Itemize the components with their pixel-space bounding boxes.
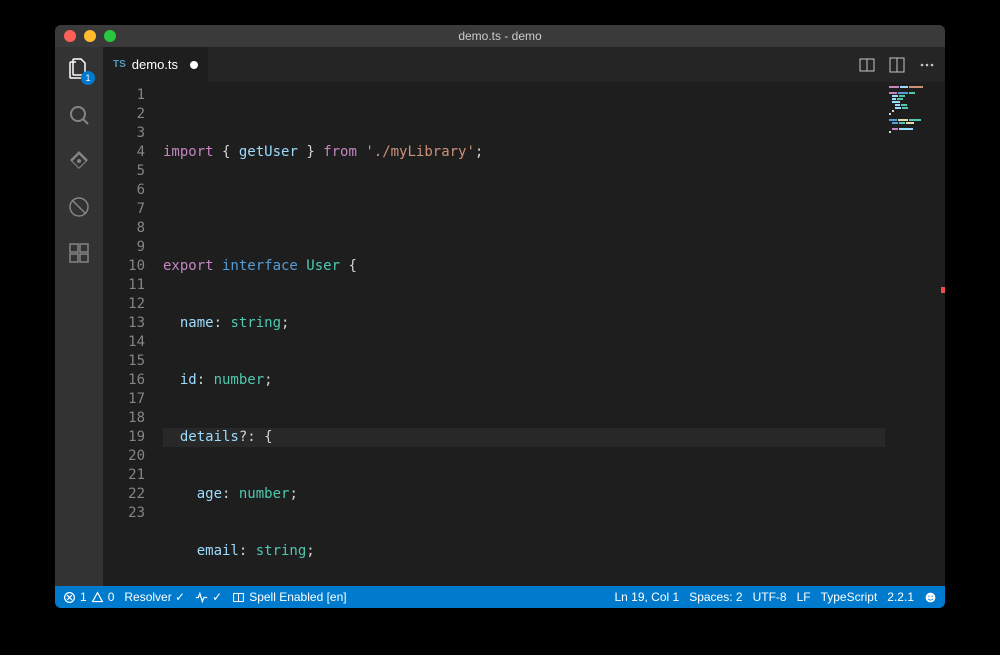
search-icon[interactable] <box>65 101 93 129</box>
titlebar: demo.ts - demo <box>55 25 945 47</box>
code-editor[interactable]: 1234567891011121314151617181920212223 im… <box>103 82 945 586</box>
status-spaces[interactable]: Spaces: 2 <box>689 590 742 604</box>
editor-area: TS demo.ts 12345678910111213141516171819… <box>103 47 945 586</box>
code-content[interactable]: import { getUser } from './myLibrary'; e… <box>163 82 885 586</box>
split-editor-icon[interactable] <box>889 57 905 73</box>
tab-demo-ts[interactable]: TS demo.ts <box>103 47 209 82</box>
status-encoding[interactable]: UTF-8 <box>753 590 787 604</box>
error-marker-icon[interactable] <box>941 287 945 293</box>
traffic-lights <box>55 30 116 42</box>
tab-actions <box>859 47 945 82</box>
status-version[interactable]: 2.2.1 <box>887 590 914 604</box>
status-resolver[interactable]: Resolver ✓ <box>124 590 185 604</box>
source-control-icon[interactable] <box>65 147 93 175</box>
tab-lang-badge: TS <box>113 59 126 70</box>
editor-window: demo.ts - demo 1 <box>55 25 945 608</box>
activity-bar: 1 <box>55 47 103 586</box>
minimap[interactable] <box>885 82 945 586</box>
status-spell[interactable]: Spell Enabled [en] <box>232 590 346 604</box>
tab-bar: TS demo.ts <box>103 47 945 82</box>
debug-icon[interactable] <box>65 193 93 221</box>
more-icon[interactable] <box>919 57 935 73</box>
files-icon[interactable]: 1 <box>65 55 93 83</box>
status-pulse-icon[interactable]: ✓ <box>195 590 222 604</box>
status-language[interactable]: TypeScript <box>821 590 878 604</box>
book-icon <box>232 591 245 604</box>
window-title: demo.ts - demo <box>458 29 541 43</box>
files-badge: 1 <box>81 71 95 85</box>
status-bar: 1 0 Resolver ✓ ✓ Spell Enabled [en] Ln 1… <box>55 586 945 608</box>
dirty-indicator-icon <box>190 61 198 69</box>
minimize-button[interactable] <box>84 30 96 42</box>
status-feedback-icon[interactable] <box>924 591 937 604</box>
status-eol[interactable]: LF <box>797 590 811 604</box>
status-cursor[interactable]: Ln 19, Col 1 <box>614 590 679 604</box>
close-button[interactable] <box>64 30 76 42</box>
error-icon <box>63 591 76 604</box>
extensions-icon[interactable] <box>65 239 93 267</box>
tab-filename: demo.ts <box>132 57 178 72</box>
line-gutter: 1234567891011121314151617181920212223 <box>103 82 163 586</box>
warning-icon <box>91 591 104 604</box>
status-problems[interactable]: 1 0 <box>63 590 114 604</box>
maximize-button[interactable] <box>104 30 116 42</box>
split-preview-icon[interactable] <box>859 57 875 73</box>
